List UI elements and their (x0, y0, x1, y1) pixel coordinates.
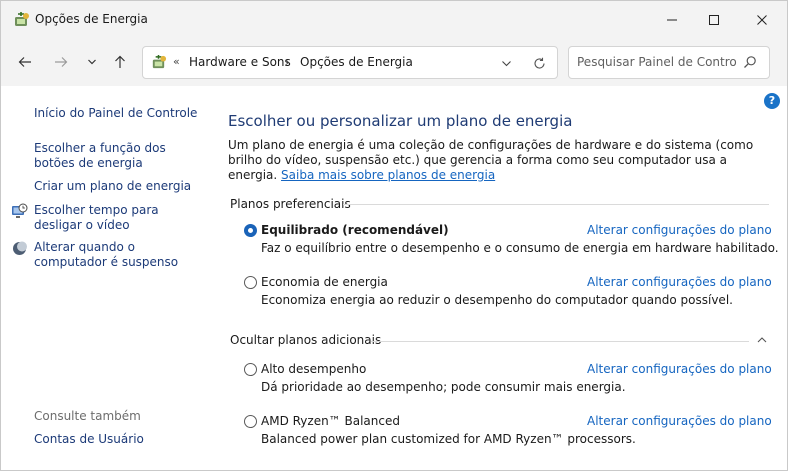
breadcrumb-opcoes-energia[interactable]: Opções de Energia (300, 55, 413, 69)
intro-paragraph: Um plano de energia é uma coleção de con… (228, 138, 768, 183)
plan-name-amd-balanced[interactable]: AMD Ryzen™ Balanced (261, 414, 400, 428)
chevron-down-icon (501, 60, 511, 66)
back-button[interactable] (14, 51, 36, 73)
additional-plans-heading[interactable]: Ocultar planos adicionais (230, 333, 381, 347)
sidebar-link-sleep[interactable]: Alterar quando o computador é suspenso (34, 240, 204, 270)
plan-description: Balanced power plan customized for AMD R… (261, 432, 636, 446)
plan-radio-amd-balanced[interactable] (244, 415, 257, 428)
search-box[interactable] (568, 46, 770, 79)
up-button[interactable] (109, 51, 131, 73)
plan-name-high-performance[interactable]: Alto desempenho (261, 362, 366, 376)
moon-icon (13, 241, 27, 255)
plan-radio-balanced[interactable] (244, 224, 257, 237)
chevron-down-icon (88, 59, 96, 65)
title-bar[interactable]: Opções de Energia (1, 1, 787, 39)
chevron-up-icon[interactable] (755, 333, 769, 347)
plan-name-power-saver[interactable]: Economia de energia (261, 275, 388, 289)
plan-radio-high-performance[interactable] (244, 363, 257, 376)
preferred-plans-heading: Planos preferenciais (230, 197, 351, 211)
change-plan-settings-link[interactable]: Alterar configurações do plano (587, 275, 772, 289)
window-title: Opções de Energia (35, 12, 148, 26)
sidebar-link-home[interactable]: Início do Painel de Controle (34, 106, 214, 121)
refresh-icon (533, 57, 545, 69)
control-panel-icon (152, 54, 167, 69)
sidebar-link-create-plan[interactable]: Criar um plano de energia (34, 179, 209, 194)
close-button[interactable] (739, 1, 785, 39)
breadcrumb-hardware-sons[interactable]: Hardware e Sons (189, 55, 291, 69)
power-options-icon (15, 12, 29, 26)
help-icon[interactable]: ? (764, 93, 780, 109)
see-also-title: Consulte também (34, 409, 141, 423)
sidebar-link-display-timeout[interactable]: Escolher tempo para desligar o vídeo (34, 203, 204, 233)
recent-locations-button[interactable] (81, 51, 103, 73)
power-options-window: Opções de Energia « Hardware e Sons › Op… (0, 0, 788, 471)
plan-description: Dá prioridade ao desempenho; pode consum… (261, 380, 626, 394)
plan-description: Faz o equilíbrio entre o desempenho e o … (261, 241, 779, 255)
divider (343, 204, 769, 205)
forward-button[interactable] (50, 51, 72, 73)
close-icon (757, 15, 767, 25)
minimize-icon (667, 19, 677, 21)
monitor-clock-icon (12, 203, 28, 218)
arrow-right-icon (55, 57, 68, 67)
page-title: Escolher ou personalizar um plano de ene… (228, 112, 573, 130)
change-plan-settings-link[interactable]: Alterar configurações do plano (587, 362, 772, 376)
plan-description: Economiza energia ao reduzir o desempenh… (261, 293, 733, 307)
change-plan-settings-link[interactable]: Alterar configurações do plano (587, 414, 772, 428)
arrow-left-icon (18, 57, 31, 67)
plan-name-balanced[interactable]: Equilibrado (recomendável) (261, 223, 449, 237)
search-icon[interactable] (743, 55, 757, 69)
breadcrumb-overflow-icon[interactable]: « (173, 55, 180, 68)
search-input[interactable] (577, 53, 737, 71)
minimize-button[interactable] (649, 1, 695, 39)
address-bar[interactable]: « Hardware e Sons › Opções de Energia (142, 46, 558, 79)
sidebar-link-user-accounts[interactable]: Contas de Usuário (34, 432, 144, 446)
arrow-up-icon (115, 55, 125, 68)
navigation-bar: « Hardware e Sons › Opções de Energia (1, 39, 787, 86)
change-plan-settings-link[interactable]: Alterar configurações do plano (587, 223, 772, 237)
maximize-button[interactable] (691, 1, 737, 39)
refresh-button[interactable] (529, 53, 549, 73)
sidebar-link-power-buttons[interactable]: Escolher a função dos botões de energia (34, 141, 204, 171)
address-dropdown-button[interactable] (497, 54, 515, 72)
plan-radio-power-saver[interactable] (244, 276, 257, 289)
breadcrumb-separator-icon[interactable]: › (285, 55, 290, 69)
divider (371, 341, 749, 342)
content-area: ? Início do Painel de Controle Escolher … (1, 86, 787, 470)
maximize-icon (709, 15, 719, 25)
learn-more-link[interactable]: Saiba mais sobre planos de energia (281, 168, 495, 182)
